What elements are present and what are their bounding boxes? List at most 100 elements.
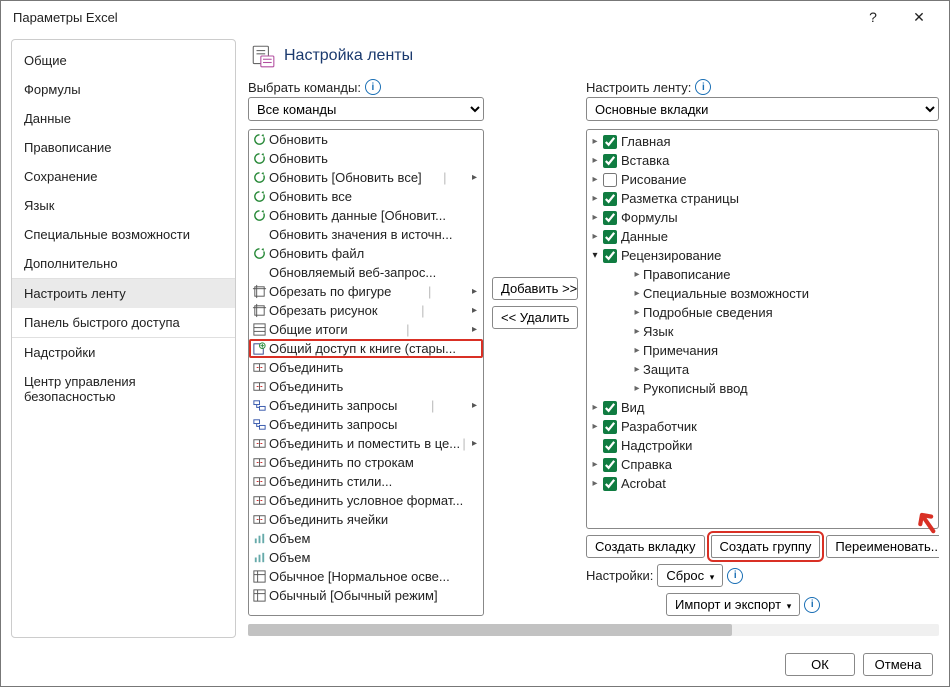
command-item[interactable]: Обновить все [249, 187, 483, 206]
command-item[interactable]: Обрезать по фигуре|▸ [249, 282, 483, 301]
command-item[interactable]: Обычный [Обычный режим] [249, 586, 483, 605]
tab-checkbox[interactable] [603, 401, 617, 415]
new-tab-button[interactable]: Создать вкладку [586, 535, 705, 558]
rename-button[interactable]: Переименовать... [826, 535, 939, 558]
chevron-right-icon[interactable]: ▸ [589, 212, 601, 224]
chevron-right-icon[interactable]: ▸ [589, 155, 601, 167]
tab-checkbox[interactable] [603, 154, 617, 168]
tree-group-item[interactable]: ▸Специальные возможности [587, 284, 938, 303]
chevron-right-icon[interactable]: ▸ [589, 174, 601, 186]
command-item[interactable]: Объединить условное формат... [249, 491, 483, 510]
sidebar-item[interactable]: Правописание [12, 133, 235, 162]
chevron-right-icon[interactable]: ▸ [589, 193, 601, 205]
tree-group-item[interactable]: ▸Подробные сведения [587, 303, 938, 322]
tree-group-item[interactable]: ▸Правописание [587, 265, 938, 284]
sidebar-item[interactable]: Дополнительно [12, 249, 235, 278]
tree-group-item[interactable]: ▸Рукописный ввод [587, 379, 938, 398]
command-item[interactable]: Объем [249, 548, 483, 567]
close-button[interactable]: ✕ [897, 2, 941, 32]
tab-checkbox[interactable] [603, 477, 617, 491]
remove-button[interactable]: << Удалить [492, 306, 578, 329]
import-export-dropdown[interactable]: Импорт и экспорт ▾ [666, 593, 800, 616]
chevron-right-icon[interactable]: ▸ [589, 231, 601, 243]
tree-tab-item[interactable]: ▸Разработчик [587, 417, 938, 436]
chevron-right-icon[interactable]: ▸ [631, 307, 643, 319]
commands-filter-dropdown[interactable]: Все команды [248, 97, 484, 121]
add-button[interactable]: Добавить >> [492, 277, 578, 300]
sidebar-item[interactable]: Панель быстрого доступа [12, 308, 235, 337]
command-item[interactable]: Объединить [249, 358, 483, 377]
tree-tab-item[interactable]: ▾Рецензирование [587, 246, 938, 265]
command-item[interactable]: Объединить по строкам [249, 453, 483, 472]
tree-tab-item[interactable]: ▸Вид [587, 398, 938, 417]
sidebar-item[interactable]: Специальные возможности [12, 220, 235, 249]
sidebar-item[interactable]: Центр управления безопасностью [12, 367, 235, 411]
sidebar-item[interactable]: Сохранение [12, 162, 235, 191]
info-icon[interactable]: i [365, 79, 381, 95]
tab-checkbox[interactable] [603, 173, 617, 187]
command-item[interactable]: Объединить стили... [249, 472, 483, 491]
command-item[interactable]: Обновить [249, 149, 483, 168]
tree-tab-item[interactable]: ▸Справка [587, 455, 938, 474]
tab-checkbox[interactable] [603, 135, 617, 149]
command-item[interactable]: Объединить запросы [249, 415, 483, 434]
horizontal-scrollbar[interactable] [248, 622, 939, 638]
info-icon[interactable]: i [727, 568, 743, 584]
info-icon[interactable]: i [804, 597, 820, 613]
tree-tab-item[interactable]: ▸Вставка [587, 151, 938, 170]
chevron-right-icon[interactable]: ▸ [631, 288, 643, 300]
chevron-right-icon[interactable] [589, 440, 601, 452]
command-item[interactable]: Обновляемый веб-запрос... [249, 263, 483, 282]
chevron-right-icon[interactable]: ▸ [631, 326, 643, 338]
sidebar-item[interactable]: Надстройки [12, 338, 235, 367]
tree-group-item[interactable]: ▸Примечания [587, 341, 938, 360]
sidebar-item[interactable]: Настроить ленту [12, 279, 235, 308]
chevron-right-icon[interactable]: ▸ [589, 136, 601, 148]
commands-listbox[interactable]: ОбновитьОбновитьОбновить [Обновить все]|… [248, 129, 484, 616]
sidebar-item[interactable]: Язык [12, 191, 235, 220]
tree-group-item[interactable]: ▸Язык [587, 322, 938, 341]
command-item[interactable]: Обрезать рисунок|▸ [249, 301, 483, 320]
tab-checkbox[interactable] [603, 230, 617, 244]
cancel-button[interactable]: Отмена [863, 653, 933, 676]
command-item[interactable]: Обновить данные [Обновит... [249, 206, 483, 225]
reset-dropdown[interactable]: Сброс ▾ [657, 564, 723, 587]
command-item[interactable]: Объединить [249, 377, 483, 396]
chevron-down-icon[interactable]: ▾ [589, 250, 601, 262]
chevron-right-icon[interactable]: ▸ [589, 421, 601, 433]
chevron-right-icon[interactable]: ▸ [631, 383, 643, 395]
command-item[interactable]: Общие итоги|▸ [249, 320, 483, 339]
sidebar-item[interactable]: Формулы [12, 75, 235, 104]
sidebar-item[interactable]: Общие [12, 46, 235, 75]
tree-group-item[interactable]: ▸Защита [587, 360, 938, 379]
tree-tab-item[interactable]: ▸Данные [587, 227, 938, 246]
command-item[interactable]: Объединить запросы|▸ [249, 396, 483, 415]
tab-checkbox[interactable] [603, 439, 617, 453]
tree-tab-item[interactable]: ▸Разметка страницы [587, 189, 938, 208]
tree-tab-item[interactable]: Надстройки [587, 436, 938, 455]
command-item[interactable]: Общий доступ к книге (стары... [249, 339, 483, 358]
sidebar-item[interactable]: Данные [12, 104, 235, 133]
help-button[interactable]: ? [851, 2, 895, 32]
tab-checkbox[interactable] [603, 249, 617, 263]
chevron-right-icon[interactable]: ▸ [589, 459, 601, 471]
chevron-right-icon[interactable]: ▸ [631, 364, 643, 376]
command-item[interactable]: Обычное [Нормальное осве... [249, 567, 483, 586]
tree-tab-item[interactable]: ▸Рисование [587, 170, 938, 189]
tree-tab-item[interactable]: ▸Формулы [587, 208, 938, 227]
tab-checkbox[interactable] [603, 458, 617, 472]
tab-checkbox[interactable] [603, 192, 617, 206]
command-item[interactable]: Обновить [249, 130, 483, 149]
command-item[interactable]: Обновить файл [249, 244, 483, 263]
ribbon-scope-dropdown[interactable]: Основные вкладки [586, 97, 939, 121]
tree-tab-item[interactable]: ▸Главная [587, 132, 938, 151]
command-item[interactable]: Объединить и поместить в це...|▸ [249, 434, 483, 453]
chevron-right-icon[interactable]: ▸ [631, 269, 643, 281]
tree-tab-item[interactable]: ▸Acrobat [587, 474, 938, 493]
info-icon[interactable]: i [695, 79, 711, 95]
chevron-right-icon[interactable]: ▸ [589, 402, 601, 414]
command-item[interactable]: Объединить ячейки [249, 510, 483, 529]
tab-checkbox[interactable] [603, 211, 617, 225]
tab-checkbox[interactable] [603, 420, 617, 434]
ok-button[interactable]: ОК [785, 653, 855, 676]
